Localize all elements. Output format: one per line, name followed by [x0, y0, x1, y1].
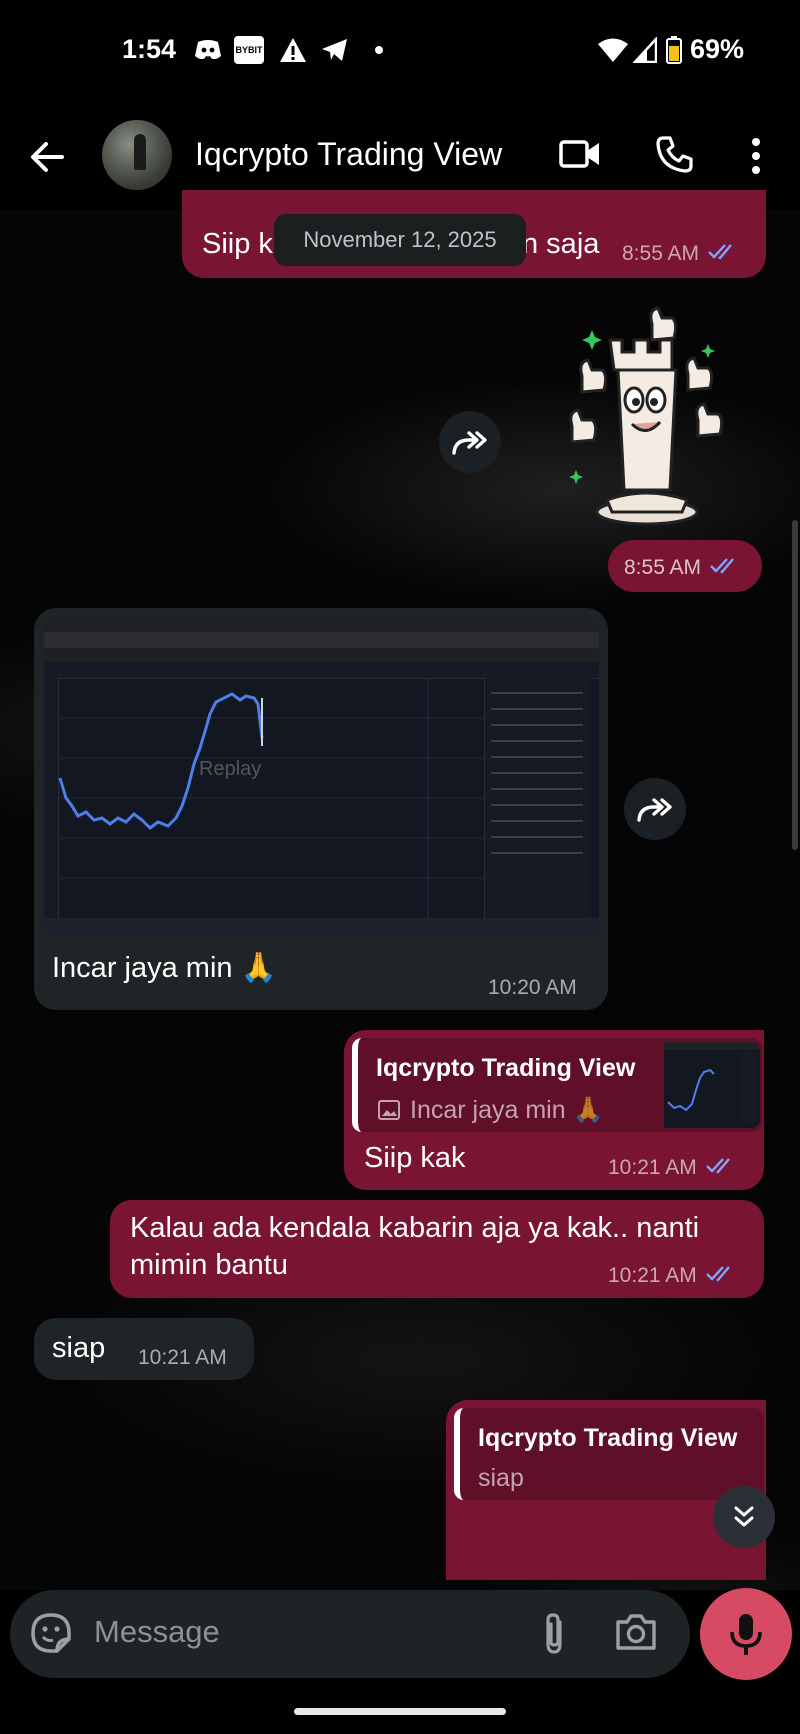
message-text: Siip kak	[364, 1142, 466, 1174]
message-text-start: Siip k	[202, 228, 273, 260]
quote-text: siap	[478, 1464, 524, 1492]
incoming-image-message[interactable]: Replay Incar jaya min 🙏 10:20 AM	[34, 608, 608, 1010]
trading-screenshot-image[interactable]: Replay	[44, 618, 599, 938]
forward-button[interactable]	[439, 411, 501, 473]
read-ticks-icon	[705, 1156, 739, 1180]
voice-call-icon[interactable]	[654, 134, 698, 178]
contact-avatar[interactable]	[102, 120, 172, 190]
forward-icon	[637, 798, 672, 822]
rook-thumbs-up-sticker[interactable]	[552, 300, 732, 532]
read-ticks-icon	[709, 556, 743, 580]
discord-icon	[192, 36, 224, 64]
video-call-icon[interactable]	[558, 134, 606, 178]
status-bar: 1:54 BYBIT 69%	[0, 0, 800, 104]
bybit-icon: BYBIT	[234, 36, 264, 64]
battery-percentage: 69%	[690, 34, 745, 64]
message-time: 8:55 AM	[624, 556, 702, 579]
sticker-emoji-icon[interactable]	[30, 1612, 72, 1654]
warning-icon	[278, 36, 308, 64]
message-text-end: n saja	[522, 228, 600, 260]
quote-sender-name: Iqcrypto Trading View	[478, 1424, 738, 1452]
replay-watermark: Replay	[199, 758, 262, 780]
message-text-line1: Kalau ada kendala kabarin aja ya kak.. n…	[130, 1212, 700, 1244]
quote-sender-name: Iqcrypto Trading View	[376, 1054, 636, 1082]
message-time: 10:20 AM	[488, 976, 577, 999]
sticker-time-bubble: 8:55 AM	[608, 540, 762, 592]
outgoing-reply-message[interactable]: Iqcrypto Trading View siap	[446, 1400, 766, 1580]
message-input[interactable]: Message	[94, 1614, 220, 1650]
outgoing-reply-message[interactable]: Iqcrypto Trading View Incar jaya min 🙏 S…	[344, 1030, 764, 1190]
microphone-icon	[730, 1614, 762, 1655]
message-time: 10:21 AM	[608, 1156, 697, 1179]
message-time: 10:21 AM	[138, 1346, 227, 1369]
message-meta: 8:55 AM	[624, 556, 743, 580]
outgoing-message[interactable]: Kalau ada kendala kabarin aja ya kak.. n…	[110, 1200, 764, 1298]
message-meta: 8:55 AM	[622, 242, 741, 266]
quote-text: Incar jaya min 🙏	[410, 1096, 604, 1124]
battery-icon	[664, 36, 684, 64]
forward-icon	[452, 431, 487, 455]
gesture-navigation-handle[interactable]	[294, 1708, 506, 1715]
date-chip: November 12, 2025	[274, 214, 526, 266]
quoted-message[interactable]: Iqcrypto Trading View siap	[454, 1408, 764, 1500]
status-time: 1:54	[122, 34, 177, 64]
contact-name[interactable]: Iqcrypto Trading View	[195, 136, 502, 173]
cellular-signal-icon	[632, 36, 658, 64]
read-ticks-icon	[707, 242, 741, 266]
watchlist-panel	[484, 678, 590, 918]
scroll-to-bottom-button[interactable]	[713, 1486, 775, 1548]
telegram-icon	[320, 36, 350, 64]
wifi-icon	[596, 36, 630, 64]
image-icon	[378, 1100, 400, 1120]
message-text: Incar jaya min 🙏	[52, 952, 277, 984]
message-time: 8:55 AM	[622, 242, 700, 265]
voice-record-button[interactable]	[700, 1588, 792, 1680]
message-text-line2: mimin bantu	[130, 1249, 288, 1281]
notification-dot-icon	[372, 36, 386, 64]
read-ticks-icon	[705, 1264, 739, 1288]
forward-button[interactable]	[624, 778, 686, 840]
incoming-message[interactable]: siap 10:21 AM	[34, 1318, 254, 1380]
message-time: 10:21 AM	[608, 1264, 697, 1287]
message-composer[interactable]: Message	[10, 1590, 690, 1678]
scrollbar-thumb[interactable]	[792, 520, 798, 850]
message-meta: 10:21 AM	[608, 1156, 739, 1180]
attachment-icon[interactable]	[538, 1610, 570, 1658]
quote-thumbnail	[664, 1042, 760, 1128]
double-chevron-down-icon	[734, 1506, 754, 1527]
message-text: siap	[52, 1332, 106, 1364]
more-options-icon[interactable]	[744, 134, 768, 178]
quoted-message[interactable]: Iqcrypto Trading View Incar jaya min 🙏	[352, 1038, 762, 1132]
message-meta: 10:21 AM	[608, 1264, 739, 1288]
camera-icon[interactable]	[614, 1612, 658, 1654]
back-arrow-icon[interactable]	[26, 136, 68, 178]
